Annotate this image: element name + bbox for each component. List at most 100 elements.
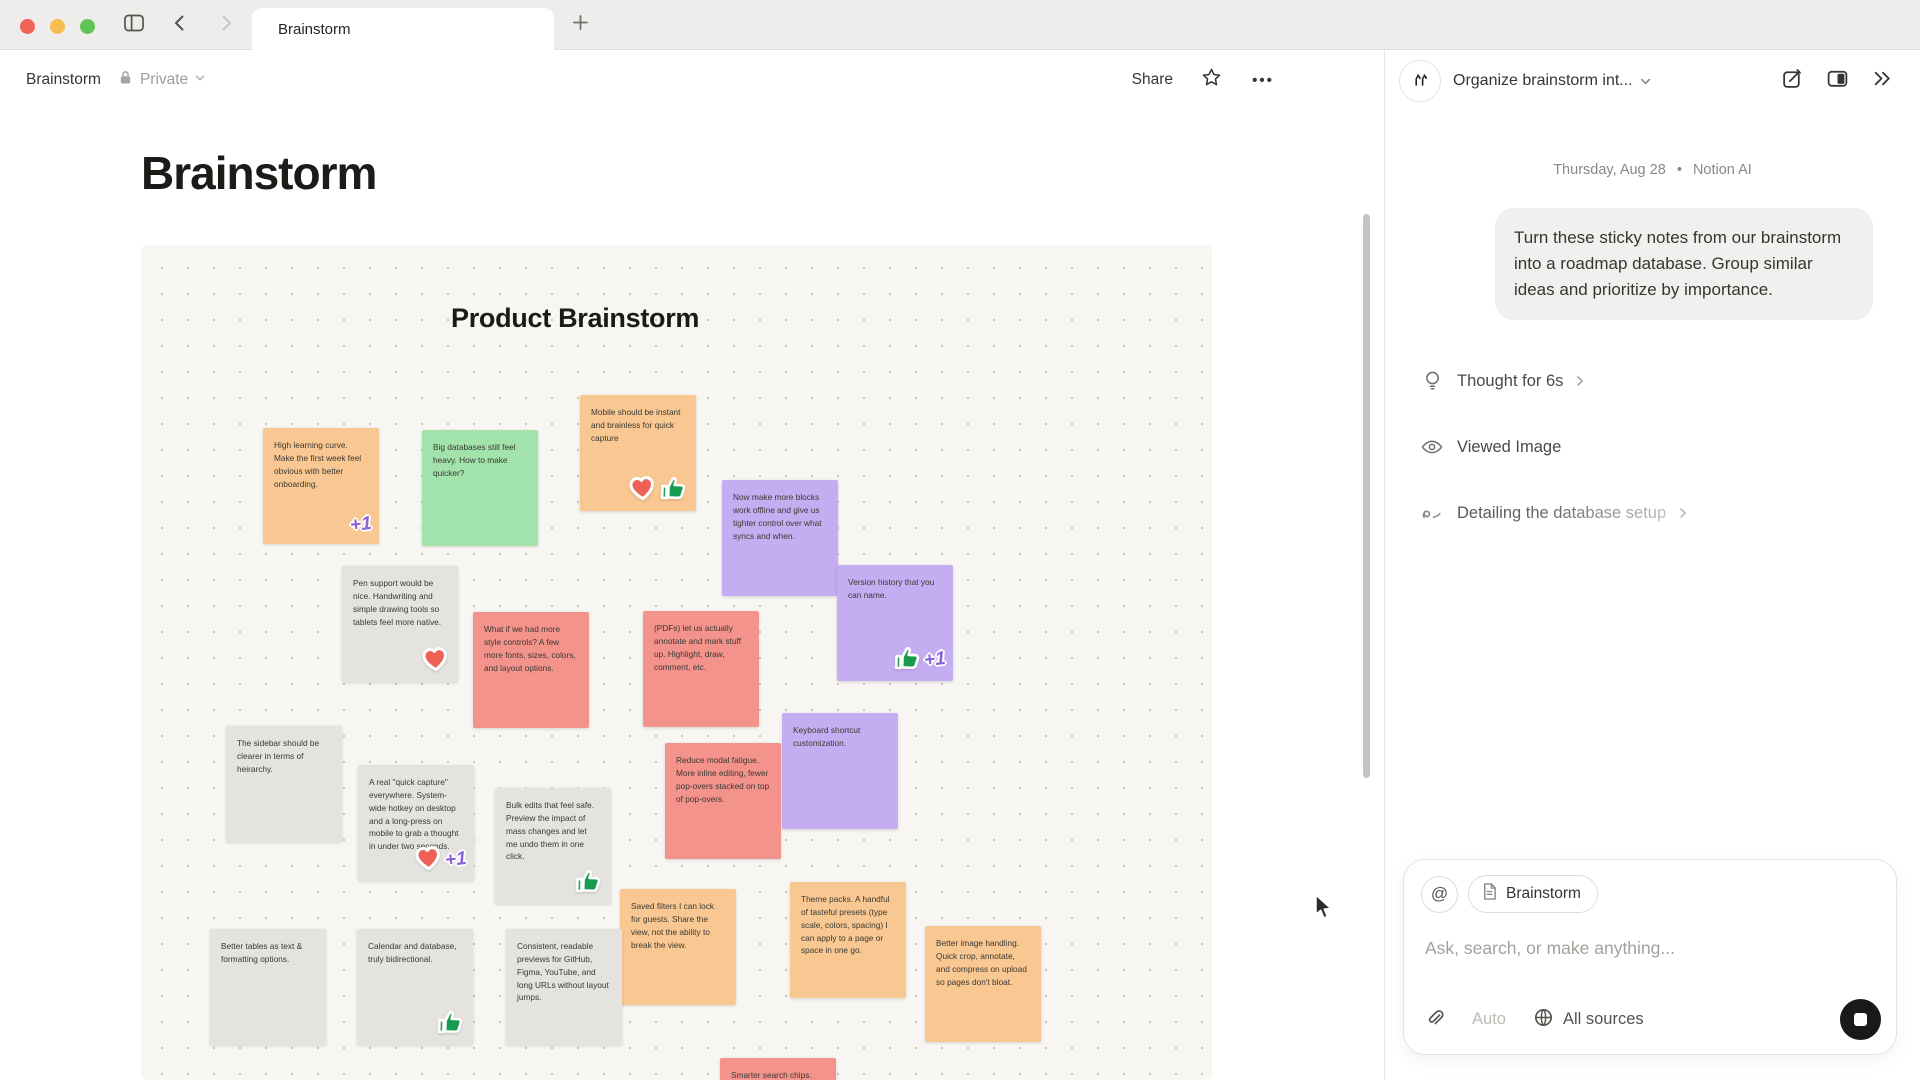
sticky-note-text: Smarter search chips. [731,1069,825,1080]
toggle-panel-button[interactable] [1823,67,1851,95]
step-viewed-image[interactable]: Viewed Image [1421,432,1920,462]
sticky-note-text: Better image handling. Quick crop, annot… [936,937,1030,988]
globe-icon [1533,1007,1554,1033]
new-chat-button[interactable] [1778,67,1806,95]
eye-icon [1421,438,1443,456]
sticky-note-text: The sidebar should be clearer in terms o… [237,737,331,776]
lock-icon [117,69,134,91]
sticky-note-text: Bulk edits that feel safe. Preview the i… [506,799,600,863]
sticky-note-mobile-instant[interactable]: Mobile should be instant and brainless f… [580,395,696,511]
sticky-note-pen-support[interactable]: Pen support would be nice. Handwriting a… [342,566,458,682]
favorite-button[interactable] [1197,66,1225,94]
step-label: Viewed Image [1457,438,1561,457]
sticky-note-text: Theme packs. A handful of tasteful prese… [801,893,895,957]
date-label: Thursday, Aug 28 [1553,162,1666,178]
sticky-note-image-handling[interactable]: Better image handling. Quick crop, annot… [925,926,1041,1042]
step-thought[interactable]: Thought for 6s [1421,366,1920,396]
privacy-label: Private [140,71,188,89]
step-label: Detailing the database setup [1457,504,1666,523]
forward-button[interactable] [212,11,240,39]
ai-composer[interactable]: @ Brainstorm Ask, search, or make anythi… [1403,859,1897,1055]
attach-button[interactable] [1424,1007,1445,1033]
sticky-note-high-learning-curve[interactable]: High learning curve. Make the first week… [263,428,379,544]
stop-generation-button[interactable] [1840,999,1881,1040]
sources-label: All sources [1563,1010,1644,1029]
ai-panel-header: Organize brainstorm int... [1385,50,1920,112]
heart-sticker [626,473,658,506]
lightbulb-icon [1421,370,1443,392]
sticky-note-better-tables[interactable]: Better tables as text & formatting optio… [210,929,326,1045]
compose-icon [1781,67,1804,95]
loop-icon [1421,504,1443,522]
sticker-row [574,867,604,899]
sticky-note-bulk-edits[interactable]: Bulk edits that feel safe. Preview the i… [495,788,611,904]
sticky-note-theme-packs[interactable]: Theme packs. A handful of tasteful prese… [790,882,906,998]
conversation-date: Thursday, Aug 28 • Notion AI [1385,162,1920,178]
sidebar-toggle-icon [122,11,146,40]
brainstorm-canvas[interactable]: Product Brainstorm High learning curve. … [141,245,1212,1080]
sticky-note-quick-capture[interactable]: A real "quick capture" everywhere. Syste… [358,765,474,881]
zoom-window-button[interactable] [80,19,95,34]
mouse-cursor [1312,893,1336,926]
double-chevron-right-icon [1871,67,1894,95]
sticker-row [626,473,689,506]
new-tab-button[interactable] [566,11,594,39]
sticky-note-calendar-database[interactable]: Calendar and database, truly bidirection… [357,929,473,1045]
sticky-note-text: High learning curve. Make the first week… [274,439,368,490]
toggle-sidebar-button[interactable] [120,11,148,39]
sticky-note-smarter-search[interactable]: Smarter search chips. [720,1058,836,1080]
sticky-note-text: Mobile should be instant and brainless f… [591,406,685,445]
sources-selector[interactable]: All sources [1533,1007,1644,1033]
sticky-note-pdf-annotate[interactable]: (PDFs) let us actually annotate and mark… [643,611,759,727]
context-chip-brainstorm[interactable]: Brainstorm [1468,875,1598,913]
plus-icon [571,13,590,37]
sticky-note-version-history[interactable]: Version history that you can name.+1 [837,565,953,681]
notion-ai-face-icon [1399,60,1441,102]
more-options-button[interactable]: ••• [1249,66,1277,94]
sticky-note-sidebar-hierarchy[interactable]: The sidebar should be clearer in terms o… [226,726,342,842]
mention-button[interactable]: @ [1421,876,1458,913]
page-title[interactable]: Brainstorm [141,146,376,200]
context-chip-label: Brainstorm [1506,885,1581,903]
sticky-note-consistent-previews[interactable]: Consistent, readable previews for GitHub… [506,929,622,1045]
sticky-note-text: Consistent, readable previews for GitHub… [517,940,611,1004]
ai-chat-input[interactable]: Ask, search, or make anything... [1425,938,1675,959]
back-button[interactable] [166,11,194,39]
user-message-bubble: Turn these sticky notes from our brainst… [1495,208,1873,320]
sticky-note-text: (PDFs) let us actually annotate and mark… [654,622,748,673]
mode-selector[interactable]: Auto [1472,1010,1506,1029]
ai-thread-title[interactable]: Organize brainstorm int... [1453,72,1633,90]
at-icon: @ [1431,884,1448,904]
collapse-panel-button[interactable] [1868,67,1896,95]
sticker-row: +1 [350,510,372,539]
sticky-note-big-databases[interactable]: Big databases still feel heavy. How to m… [422,430,538,546]
sticky-note-modal-fatigue[interactable]: Reduce modal fatigue. More inline editin… [665,743,781,859]
minimize-window-button[interactable] [50,19,65,34]
sticky-note-text: A real "quick capture" everywhere. Syste… [369,776,463,853]
step-detailing[interactable]: Detailing the database setup [1421,498,1920,528]
heart-sticker [419,644,451,677]
sticky-note-text: Keyboard shortcut customization. [793,724,887,750]
sticky-note-text: Pen support would be nice. Handwriting a… [353,577,447,628]
sticky-note-offline-blocks[interactable]: Now make more blocks work offline and gi… [722,480,838,596]
sticky-note-text: Big databases still feel heavy. How to m… [433,441,527,480]
sticky-note-keyboard-shortcuts[interactable]: Keyboard shortcut customization. [782,713,898,829]
breadcrumb[interactable]: Brainstorm [26,71,101,89]
page-icon [1481,882,1498,906]
sticker-row [436,1008,466,1040]
step-label: Thought for 6s [1457,372,1563,391]
close-window-button[interactable] [20,19,35,34]
privacy-dropdown[interactable]: Private [117,69,206,91]
thumbs-up-sticker [659,474,689,506]
sticker-row [419,644,451,677]
composer-context-row: @ Brainstorm [1421,875,1598,913]
chevron-right-icon [1573,374,1587,388]
vertical-scrollbar[interactable] [1363,214,1370,778]
thumbs-up-sticker [436,1008,466,1040]
sticky-note-text: Better tables as text & formatting optio… [221,940,315,966]
tab-brainstorm[interactable]: Brainstorm [252,8,554,50]
share-button[interactable]: Share [1132,71,1173,89]
sticky-note-saved-filters[interactable]: Saved filters I can lock for guests. Sha… [620,889,736,1005]
sticky-note-text: What if we had more style controls? A fe… [484,623,578,674]
sticky-note-style-controls[interactable]: What if we had more style controls? A fe… [473,612,589,728]
